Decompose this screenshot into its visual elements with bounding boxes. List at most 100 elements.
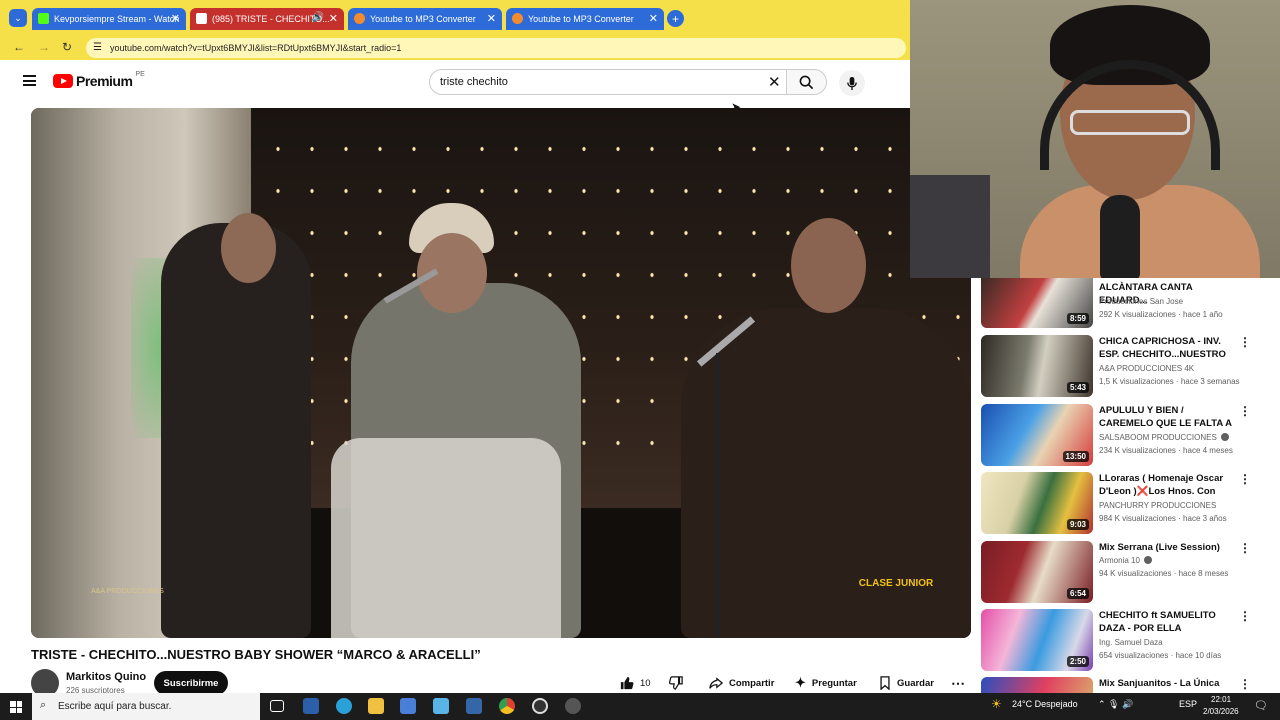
recommendation-channel[interactable]: A&A PRODUCCIONES 4K — [1099, 364, 1194, 373]
like-button[interactable]: 10 — [620, 671, 651, 695]
glasses-icon — [1070, 110, 1190, 135]
new-tab-button[interactable]: + — [667, 10, 684, 27]
video-thumbnail[interactable]: 13:50 — [981, 404, 1093, 466]
back-arrow-icon[interactable]: ← — [13, 40, 25, 54]
menu-hamburger-icon[interactable] — [23, 75, 36, 86]
subscribe-button[interactable]: Suscribirme — [154, 671, 228, 695]
tab-kevporsiempre[interactable]: Kevporsiempre Stream - Watch ✕ — [32, 8, 186, 30]
save-button[interactable]: Guardar — [879, 671, 934, 695]
chrome-browser-icon[interactable] — [499, 698, 515, 714]
recommendation-item[interactable]: 2:50 CHECHITO ft SAMUELITO DAZA - POR EL… — [981, 609, 1271, 673]
recommendation-item[interactable]: 5:43 CHICA CAPRICHOSA - INV. ESP. CHECHI… — [981, 335, 1271, 399]
like-count: 10 — [640, 677, 651, 689]
youtube-logo[interactable]: Premium PE — [53, 70, 145, 89]
voice-search-button[interactable] — [839, 70, 865, 96]
search-input[interactable]: triste chechito ✕ — [429, 69, 787, 95]
clock-date[interactable]: 2/03/2026 — [1203, 707, 1239, 716]
close-tab-icon[interactable]: ✕ — [329, 12, 338, 25]
dislike-button[interactable] — [669, 671, 683, 695]
reload-icon[interactable]: ↻ — [62, 40, 72, 54]
verified-icon — [1144, 556, 1153, 564]
site-info-icon[interactable]: ☰ — [93, 42, 102, 53]
webcam-person-body — [1020, 185, 1260, 278]
video-thumbnail[interactable]: 5:43 — [981, 335, 1093, 397]
recommendation-item[interactable]: Mix Sanjuanitos - La Única ⋮ — [981, 677, 1271, 693]
video-thumbnail[interactable]: 9:03 — [981, 472, 1093, 534]
close-tab-icon[interactable]: ✕ — [171, 12, 180, 25]
recommendation-meta: 654 visualizaciones · hace 10 días — [1099, 651, 1222, 660]
recommendation-item[interactable]: 13:50 APULULU Y BIEN / CAREMELO QUE LE F… — [981, 404, 1271, 468]
recommendation-channel[interactable]: Armonia 10 — [1099, 556, 1153, 565]
clock-time[interactable]: 22:01 — [1211, 695, 1231, 704]
more-options-icon[interactable]: ⋮ — [1239, 609, 1251, 623]
logo-region: PE — [135, 70, 145, 78]
recommendation-channel[interactable]: Ing. Samuel Daza — [1099, 638, 1163, 647]
file-explorer-icon[interactable] — [368, 698, 384, 714]
tab-youtube-video[interactable]: (985) TRISTE - CHECHITO... 🔊 ✕ — [190, 8, 344, 30]
system-tray-icons[interactable]: ⌃ 🎙 🔊 — [1098, 699, 1133, 710]
weather-text[interactable]: 24°C Despejado — [1012, 699, 1078, 709]
recommendation-channel[interactable]: SALSABOOM PRODUCCIONES — [1099, 433, 1230, 442]
duration-badge: 5:43 — [1066, 382, 1089, 393]
recommendation-channel[interactable]: PANCHURRY PRODUCCIONES — [1099, 501, 1216, 510]
video-thumbnail[interactable]: 2:50 — [981, 609, 1093, 671]
more-options-icon[interactable]: ⋮ — [1239, 541, 1251, 555]
channel-name[interactable]: Markitos Quino — [66, 671, 146, 683]
video-thumbnail[interactable] — [981, 677, 1093, 693]
tab-mp3-converter-2[interactable]: Youtube to MP3 Converter ✕ — [506, 8, 664, 30]
more-actions-icon[interactable]: ⋯ — [951, 671, 965, 695]
terminal-app-icon[interactable] — [303, 698, 319, 714]
speaker-icon[interactable]: 🔊 — [312, 12, 324, 23]
more-options-icon[interactable]: ⋮ — [1239, 472, 1251, 486]
obs-studio-icon[interactable] — [532, 698, 548, 714]
recommendation-title[interactable]: CHICA CAPRICHOSA - INV. ESP. CHECHITO...… — [1099, 335, 1239, 361]
task-view-icon[interactable] — [270, 700, 284, 712]
edge-browser-icon[interactable] — [336, 698, 352, 714]
video-player[interactable]: A&A PRODUCCIONES CLASE JUNIOR — [31, 108, 971, 638]
recommendation-item[interactable]: 8:59 ALCÀNTARA CANTA EDUARD... Produccio… — [981, 278, 1271, 342]
browser-tab-bar: ⌄ Kevporsiempre Stream - Watch ✕ (985) T… — [0, 0, 910, 36]
search-button[interactable] — [787, 69, 827, 95]
bookmark-icon — [880, 676, 890, 690]
recommendation-meta: 234 K visualizaciones · hace 4 meses — [1099, 446, 1233, 455]
taskbar-search-input[interactable]: ⌕ Escribe aquí para buscar. — [32, 693, 260, 720]
performer-left — [161, 223, 311, 638]
tab-mp3-converter-1[interactable]: Youtube to MP3 Converter ✕ — [348, 8, 502, 30]
video-thumbnail[interactable]: 6:54 — [981, 541, 1093, 603]
search-query: triste chechito — [440, 76, 508, 88]
share-label: Compartir — [729, 677, 775, 689]
more-options-icon[interactable]: ⋮ — [1239, 677, 1251, 691]
tab-list-menu-button[interactable]: ⌄ — [9, 9, 27, 27]
calculator-app-icon[interactable] — [433, 698, 449, 714]
recommendation-title[interactable]: Mix Serrana (Live Session) — [1099, 541, 1239, 554]
recommendation-item[interactable]: 6:54 Mix Serrana (Live Session) Armonia … — [981, 541, 1271, 605]
media-player-icon[interactable] — [565, 698, 581, 714]
ask-button[interactable]: ✦ Preguntar — [795, 671, 857, 695]
recommendation-item[interactable]: 9:03 LLoraras ( Homenaje Oscar D'Leon )❌… — [981, 472, 1271, 536]
close-tab-icon[interactable]: ✕ — [649, 12, 658, 25]
more-options-icon[interactable]: ⋮ — [1239, 335, 1251, 349]
windows-start-icon[interactable] — [10, 701, 22, 713]
recommendation-title[interactable]: Mix Sanjuanitos - La Única — [1099, 677, 1239, 690]
recommendation-channel[interactable]: Producciones San Jose — [1099, 297, 1183, 306]
more-options-icon[interactable]: ⋮ — [1239, 404, 1251, 418]
video-title: TRISTE - CHECHITO...NUESTRO BABY SHOWER … — [31, 647, 481, 662]
close-tab-icon[interactable]: ✕ — [487, 12, 496, 25]
url-text: youtube.com/watch?v=tUpxt6BMYJI&list=RDt… — [110, 43, 402, 53]
clear-search-icon[interactable]: ✕ — [768, 73, 781, 91]
converter-favicon-icon — [512, 13, 523, 24]
code-editor-icon[interactable] — [466, 698, 482, 714]
thumbs-down-icon — [669, 676, 683, 690]
video-thumbnail[interactable]: 8:59 — [981, 278, 1093, 328]
recommendation-title[interactable]: CHECHITO ft SAMUELITO DAZA - POR ELLA — [1099, 609, 1239, 635]
recommendation-meta: 94 K visualizaciones · hace 8 meses — [1099, 569, 1229, 578]
recommendation-title[interactable]: APULULU Y BIEN / CAREMELO QUE LE FALTA A… — [1099, 404, 1239, 430]
notifications-icon[interactable]: 🗨 — [1254, 699, 1268, 712]
share-button[interactable]: Compartir — [709, 671, 774, 695]
channel-name: Armonia 10 — [1099, 556, 1140, 565]
language-indicator[interactable]: ESP — [1179, 699, 1197, 709]
forward-arrow-icon[interactable]: → — [38, 40, 50, 54]
store-app-icon[interactable] — [400, 698, 416, 714]
recommendation-title[interactable]: LLoraras ( Homenaje Oscar D'Leon )❌Los H… — [1099, 472, 1239, 498]
url-field[interactable]: ☰ youtube.com/watch?v=tUpxt6BMYJI&list=R… — [86, 38, 906, 58]
